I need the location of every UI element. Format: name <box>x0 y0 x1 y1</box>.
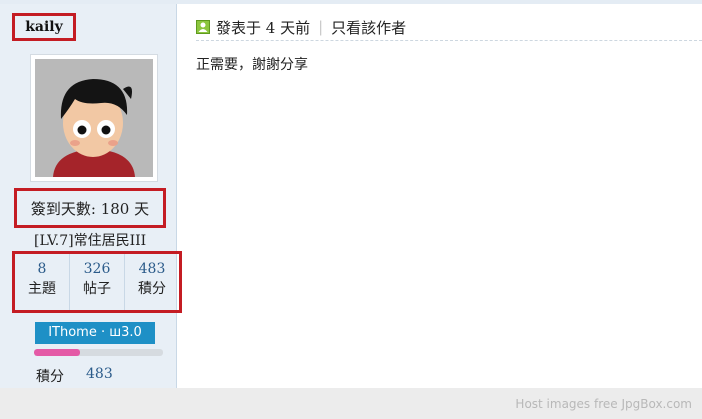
footer-bar: Host images free JpgBox.com <box>0 388 702 419</box>
stat-posts-value[interactable]: 326 <box>70 260 124 278</box>
stat-posts[interactable]: 326 帖子 <box>69 254 124 310</box>
points-row: 積分 483 <box>36 366 113 386</box>
signin-days: 簽到天數: 180 天 <box>14 188 166 228</box>
author-sidebar: kaily 簽到天數: 180 天 [LV.7]常住居民III 8 主題 326… <box>0 4 182 388</box>
post-time: 發表于 4 天前 <box>216 18 311 37</box>
level-progress-bar <box>34 349 163 356</box>
points-value[interactable]: 483 <box>86 366 113 386</box>
post-content: 正需要，謝謝分享 <box>196 57 308 73</box>
stat-threads[interactable]: 8 主題 <box>15 254 69 310</box>
user-level: [LV.7]常住居民III <box>34 233 147 249</box>
level-progress-fill <box>34 349 81 356</box>
stat-credits-label: 積分 <box>138 281 166 297</box>
watermark-text: Host images free JpgBox.com <box>515 397 692 411</box>
only-author-link[interactable]: 只看該作者 <box>331 17 406 38</box>
group-badge: IThome · ш3.0 <box>35 322 155 344</box>
post-header: 發表于 4 天前 | 只看該作者 <box>196 14 702 41</box>
username-link[interactable]: kaily <box>12 13 76 41</box>
points-label: 積分 <box>36 369 64 385</box>
user-stats: 8 主題 326 帖子 483 積分 <box>12 251 182 313</box>
stat-threads-label: 主題 <box>28 281 56 297</box>
stat-posts-label: 帖子 <box>83 281 111 297</box>
stat-credits[interactable]: 483 積分 <box>124 254 179 310</box>
avatar[interactable] <box>30 54 158 182</box>
online-status-icon <box>196 20 210 34</box>
stat-credits-value[interactable]: 483 <box>125 260 179 278</box>
header-divider: | <box>318 18 324 36</box>
avatar-image <box>35 59 153 177</box>
stat-threads-value[interactable]: 8 <box>15 260 69 278</box>
